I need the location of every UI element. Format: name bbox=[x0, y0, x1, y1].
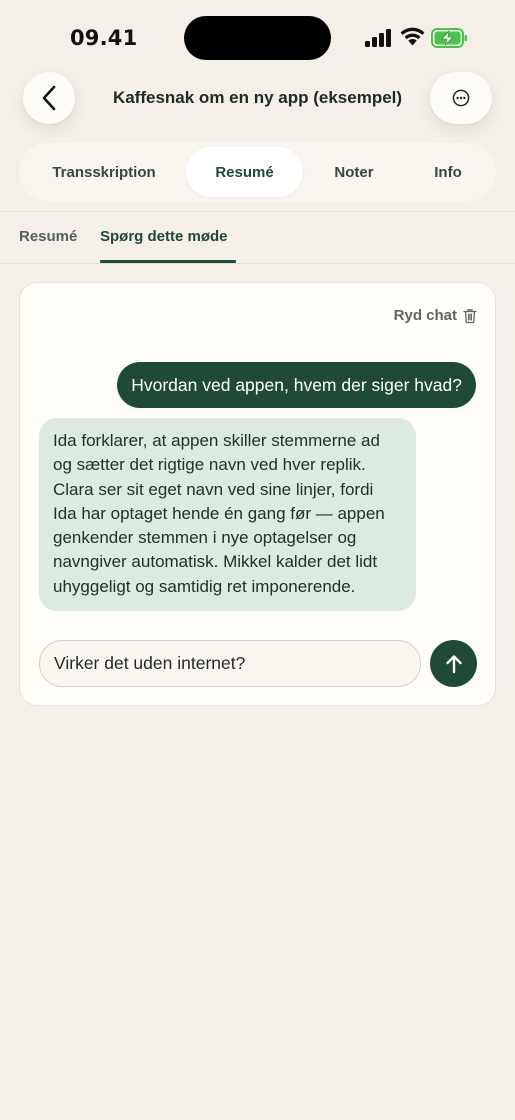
assistant-message-line: Ida forklarer, at appen skiller stemmern… bbox=[53, 431, 380, 450]
battery-charging-icon bbox=[431, 28, 467, 48]
tab-noter[interactable]: Noter bbox=[309, 147, 399, 197]
divider bbox=[0, 211, 515, 212]
chevron-left-icon bbox=[42, 85, 56, 111]
assistant-message-line: navngiver automatisk. Mikkel kalder det … bbox=[53, 552, 378, 572]
subtab-resume[interactable]: Resumé bbox=[19, 228, 77, 245]
signal-icon bbox=[365, 29, 391, 47]
page-title: Kaffesnak om en ny app (eksempel) bbox=[112, 88, 403, 107]
assistant-message-line: og sætter det rigtige navn ved hver repl… bbox=[53, 455, 366, 475]
arrow-up-icon bbox=[445, 654, 462, 673]
chat-message-input[interactable] bbox=[39, 640, 421, 687]
status-bar: 09.41 bbox=[0, 0, 515, 76]
divider bbox=[0, 263, 515, 264]
back-button[interactable] bbox=[23, 72, 75, 124]
subtab-spoerg-dette-moede[interactable]: Spørg dette møde bbox=[100, 228, 228, 245]
assistant-message-line: Ida har optaget hende én gang før — appe… bbox=[53, 503, 385, 523]
assistant-message-line: uhyggeligt og samtidig ret imponerende. bbox=[53, 576, 356, 596]
tab-resume[interactable]: Resumé bbox=[186, 147, 303, 197]
send-button[interactable] bbox=[430, 640, 477, 687]
clear-chat-button[interactable]: Ryd chat bbox=[394, 307, 477, 324]
assistant-message-line: genkender stemmen i nye optagelser og bbox=[53, 528, 357, 548]
header: Kaffesnak om en ny app (eksempel) bbox=[0, 72, 515, 126]
tab-info[interactable]: Info bbox=[409, 147, 487, 197]
ellipsis-circle-icon bbox=[452, 89, 470, 107]
trash-icon bbox=[463, 308, 477, 323]
user-message-bubble: Hvordan ved appen, hvem der siger hvad? bbox=[117, 362, 476, 408]
status-time: 09.41 bbox=[70, 26, 138, 50]
tab-transskription[interactable]: Transskription bbox=[29, 147, 179, 197]
more-options-button[interactable] bbox=[430, 72, 492, 124]
assistant-message-bubble: Ida forklarer, at appen skiller stemmern… bbox=[39, 418, 416, 612]
clear-chat-label: Ryd chat bbox=[393, 307, 457, 324]
segmented-tab-bar: Transskription Resumé Noter Info bbox=[19, 143, 496, 201]
dynamic-island bbox=[184, 16, 331, 60]
assistant-message-line: Clara ser sit eget navn ved sine linjer,… bbox=[53, 479, 374, 499]
wifi-icon bbox=[400, 27, 425, 46]
chat-panel: Ryd chat Hvordan ved appen, hvem der sig… bbox=[19, 282, 496, 706]
